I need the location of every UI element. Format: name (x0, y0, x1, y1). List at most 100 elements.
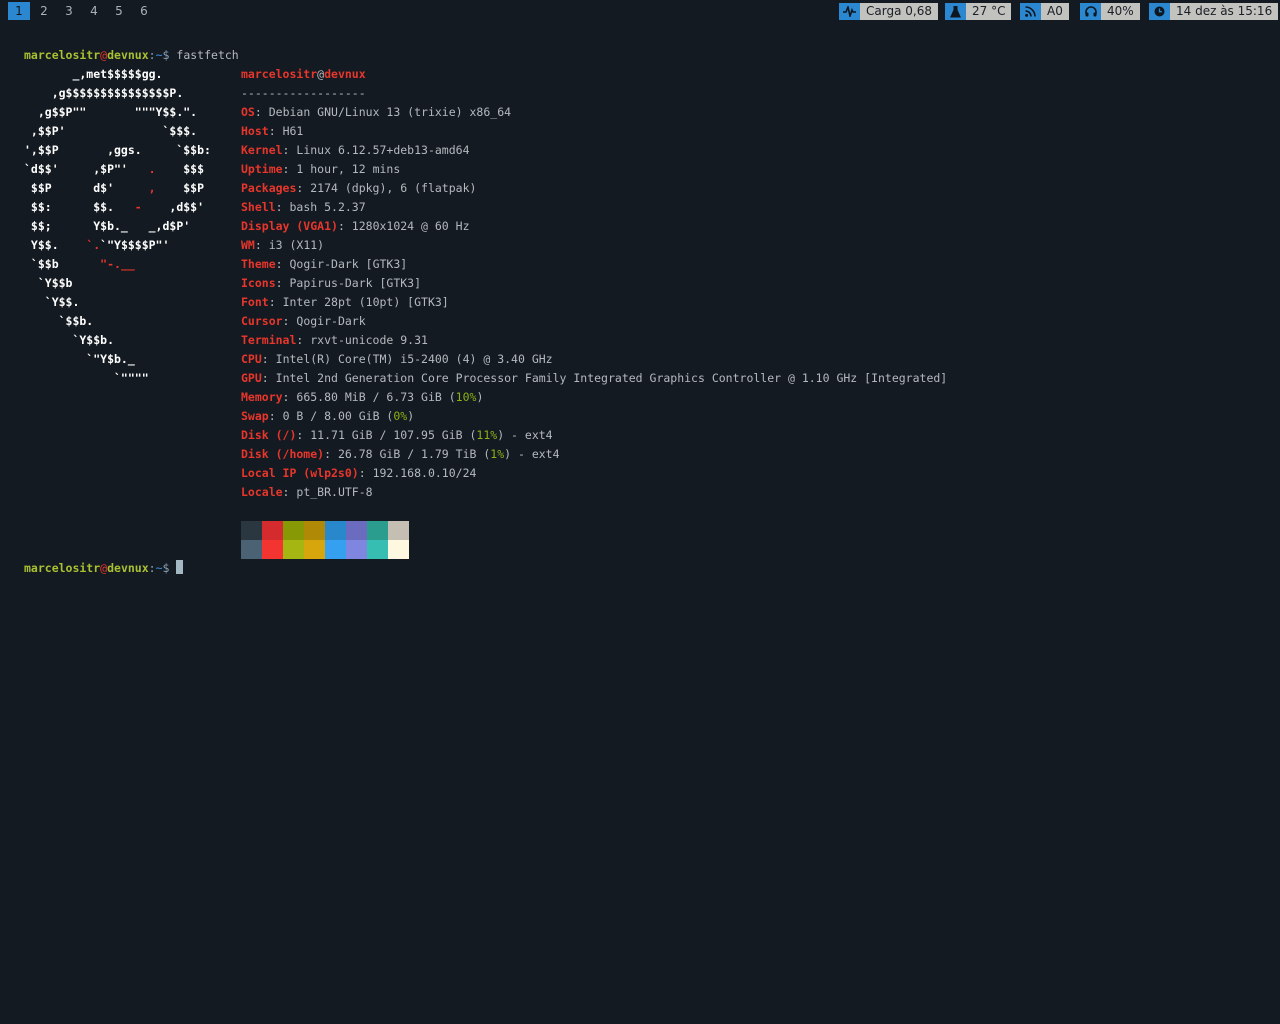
prompt-host: devnux (107, 561, 149, 575)
prompt-user: marcelositr (24, 561, 101, 575)
logo-segment: `$$b (24, 257, 101, 271)
clock-status-text: 14 dez às 15:16 (1170, 3, 1279, 20)
info-row: Theme: Qogir-Dark [GTK3] (241, 257, 408, 271)
info-value: Qogir-Dark [GTK3] (289, 257, 408, 271)
logo-line: $$P d$' , $$P (24, 179, 204, 198)
logo-segment: ,g$$$$$$$$$$$$$$$P. (24, 86, 184, 100)
workspace-3-button[interactable]: 3 (58, 2, 80, 20)
info-value: Debian GNU/Linux 13 (trixie) x86_64 (268, 105, 512, 119)
logo-line: `$$b "-.__ (24, 255, 135, 274)
logo-line: $$; Y$b._ _,d$P' (24, 217, 190, 236)
info-row: Locale: pt_BR.UTF-8 (241, 485, 373, 499)
info-row: Kernel: Linux 6.12.57+deb13-amd64 (241, 143, 470, 157)
logo-line: ,g$$P"" """Y$$.". (24, 103, 197, 122)
palette-swatch (304, 540, 325, 559)
logo-line: ,g$$$$$$$$$$$$$$$P. (24, 84, 184, 103)
top-status-bar: 1 2 3 4 5 6 Carga 0,68 27 °C A0 40% 14 d… (0, 0, 1280, 22)
logo-line: `Y$$b (24, 274, 73, 293)
clock-icon (1149, 3, 1170, 20)
logo-line: ',$$P ,ggs. `$$b: (24, 141, 211, 160)
info-header: marcelositr@devnux (241, 65, 366, 84)
info-value: pt_BR.UTF-8 (296, 485, 373, 499)
logo-segment: ,g$$P"" """Y$$.". (24, 105, 198, 119)
info-value: Linux 6.12.57+deb13-amd64 (296, 143, 470, 157)
logo-segment: `Y$$. (24, 295, 80, 309)
workspace-4-button[interactable]: 4 (83, 2, 105, 20)
logo-accent-segment: . (148, 162, 156, 176)
info-row: Swap: 0 B / 8.00 GiB (0%) (241, 409, 415, 423)
typed-command: fastfetch (176, 48, 239, 62)
palette-swatch (346, 540, 367, 559)
info-key: Memory (241, 390, 283, 404)
info-key: Terminal (241, 333, 297, 347)
info-value: 2174 (dpkg), 6 (flatpak) (310, 181, 477, 195)
info-value: 11.71 GiB / 107.95 GiB ( (310, 428, 477, 442)
headphones-icon (1080, 3, 1101, 20)
info-key: CPU (241, 352, 262, 366)
info-row: Disk (/): 11.71 GiB / 107.95 GiB (11%) -… (241, 428, 553, 442)
prompt-path: ~ (155, 48, 163, 62)
header-host: devnux (324, 67, 366, 81)
info-value: i3 (X11) (268, 238, 325, 252)
palette-swatch (283, 521, 304, 540)
info-value: 192.168.0.10/24 (372, 466, 477, 480)
info-value: ) - ext4 (504, 447, 560, 461)
info-value: ) (407, 409, 415, 423)
logo-segment: `Y$$b. (24, 333, 115, 347)
logo-segment: `"Y$b._ (24, 352, 135, 366)
temperature-status-text: 27 °C (966, 3, 1012, 20)
logo-segment: $$P d$' (24, 181, 149, 195)
logo-accent-segment: "-.__ (100, 257, 135, 271)
info-key: Kernel (241, 143, 283, 157)
logo-segment: _,met$$$$$gg. (24, 67, 163, 81)
palette-swatch (367, 540, 388, 559)
prompt-line-current[interactable]: marcelositr@devnux:~$ (24, 559, 184, 578)
logo-line: `Y$$b. (24, 331, 114, 350)
info-row: OS: Debian GNU/Linux 13 (trixie) x86_64 (241, 105, 512, 119)
temperature-status-block[interactable]: 27 °C (945, 3, 1012, 20)
logo-segment: $$$ (155, 162, 205, 176)
palette-swatch (304, 521, 325, 540)
info-row: GPU: Intel 2nd Generation Core Processor… (241, 371, 948, 385)
info-row: Disk (/home): 26.78 GiB / 1.79 TiB (1%) … (241, 447, 560, 461)
info-value: 0 B / 8.00 GiB ( (282, 409, 394, 423)
info-value: 1280x1024 @ 60 Hz (351, 219, 470, 233)
info-value: Papirus-Dark [GTK3] (289, 276, 422, 290)
workspace-1-button[interactable]: 1 (8, 2, 30, 20)
info-percent: 10% (455, 390, 477, 404)
clock-status-block[interactable]: 14 dez às 15:16 (1149, 3, 1279, 20)
info-underline: ------------------ (241, 86, 366, 100)
info-key: Cursor (241, 314, 283, 328)
prompt-host: devnux (107, 48, 149, 62)
workspace-6-button[interactable]: 6 (133, 2, 155, 20)
info-percent: 0% (393, 409, 408, 423)
logo-segment: `"Y$$$$P"' (100, 238, 170, 252)
prompt-user: marcelositr (24, 48, 101, 62)
prompt-separator: : (148, 561, 156, 575)
workspace-5-button[interactable]: 5 (108, 2, 130, 20)
info-row: Shell: bash 5.2.37 (241, 200, 366, 214)
info-row: CPU: Intel(R) Core(TM) i5-2400 (4) @ 3.4… (241, 352, 553, 366)
info-row: Cursor: Qogir-Dark (241, 314, 366, 328)
palette-swatch (241, 540, 262, 559)
logo-line: `d$$' ,$P"' . $$$ (24, 160, 204, 179)
load-status-block[interactable]: Carga 0,68 (839, 3, 938, 20)
volume-status-text: 40% (1101, 3, 1140, 20)
prompt-symbol: $ (162, 561, 170, 575)
palette-swatch (262, 521, 283, 540)
info-value: bash 5.2.37 (289, 200, 366, 214)
workspace-2-button[interactable]: 2 (33, 2, 55, 20)
volume-status-block[interactable]: 40% (1080, 3, 1140, 20)
palette-swatch (262, 540, 283, 559)
info-key: Uptime (241, 162, 283, 176)
info-key: Packages (241, 181, 297, 195)
info-percent: 11% (476, 428, 498, 442)
network-status-block[interactable]: A0 (1020, 3, 1069, 20)
info-value: 665.80 MiB / 6.73 GiB ( (296, 390, 456, 404)
logo-line: _,met$$$$$gg. (24, 65, 162, 84)
logo-line: Y$$. `.`"Y$$$$P"' (24, 236, 170, 255)
info-value: rxvt-unicode 9.31 (310, 333, 428, 347)
info-key: Font (241, 295, 269, 309)
info-key: Host (241, 124, 269, 138)
info-row: Terminal: rxvt-unicode 9.31 (241, 333, 428, 347)
